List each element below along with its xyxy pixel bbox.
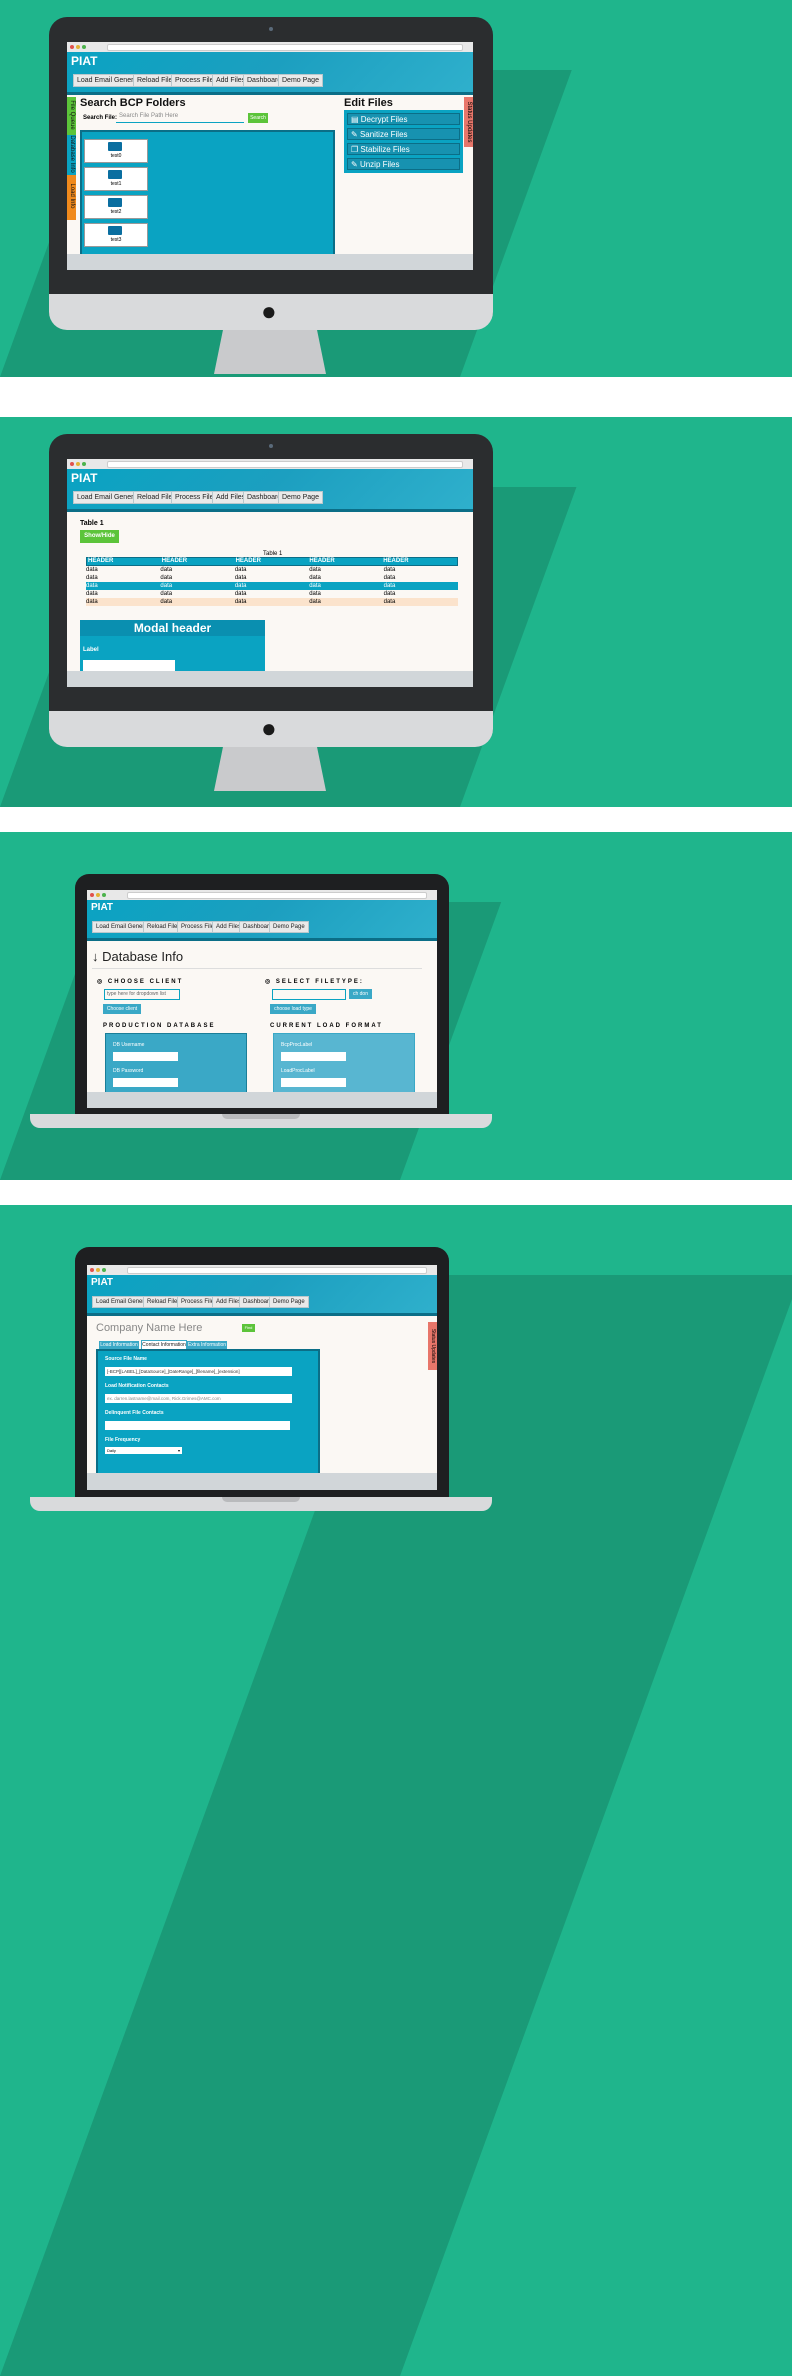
- nav-demo-page[interactable]: Demo Page: [278, 491, 323, 504]
- app-screen-1: PIAT Load Email Generator Reload Files P…: [67, 42, 473, 270]
- find-button[interactable]: Find: [242, 1324, 255, 1332]
- nav-demo-page[interactable]: Demo Page: [269, 921, 309, 933]
- prod-db-title: PRODUCTION DATABASE: [103, 1023, 216, 1029]
- edit-stabilize-files[interactable]: ❐ Stabilize Files: [347, 143, 460, 155]
- filetype-input[interactable]: [272, 989, 346, 1000]
- db-username-input[interactable]: [113, 1052, 178, 1061]
- app-screen-2: PIAT Load Email Generator Reload Files P…: [67, 459, 473, 687]
- choose-client-title: ◎ CHOOSE CLIENT: [97, 979, 184, 985]
- company-name: Company Name Here: [96, 1322, 203, 1334]
- folder-icon: [108, 142, 122, 151]
- folder-icon: [108, 198, 122, 207]
- tab-load-information[interactable]: Load Information: [99, 1341, 139, 1349]
- table-row: data data data data data: [86, 591, 396, 597]
- folder-item[interactable]: test0: [84, 139, 148, 163]
- search-button[interactable]: Search: [248, 113, 268, 123]
- edit-files-title: Edit Files: [344, 97, 393, 109]
- apple-logo-icon: ●: [261, 713, 277, 743]
- radio-icon: ◎: [265, 979, 273, 985]
- page-title: ↓ Database Info: [92, 949, 184, 964]
- filetype-button[interactable]: ch don: [349, 989, 372, 999]
- side-tab-label: Load Info: [69, 183, 75, 209]
- app-screen-3: PIAT Load Email Generator Reload Files P…: [87, 890, 437, 1108]
- app-title: PIAT: [91, 1277, 114, 1288]
- choose-client-button[interactable]: Choose client: [103, 1004, 141, 1014]
- delinquent-label: Delinquent File Contacts: [105, 1410, 164, 1416]
- side-tab-label: File Queue: [69, 100, 75, 130]
- folder-item[interactable]: test1: [84, 167, 148, 191]
- search-label: Search File:: [83, 115, 118, 121]
- tab-extra-information[interactable]: Extra Information: [187, 1341, 227, 1349]
- edit-sanitize-files[interactable]: ✎ Sanitize Files: [347, 128, 460, 140]
- modal-label: Label: [83, 647, 99, 653]
- app-screen-4: PIAT Load Email Generator Reload Files P…: [87, 1265, 437, 1490]
- table-row: data data data data data: [86, 598, 458, 606]
- modal-header: Modal header: [80, 620, 265, 636]
- data-table: HEADER HEADER HEADER HEADER HEADER data d…: [86, 557, 458, 606]
- frequency-select[interactable]: Daily ▾: [105, 1447, 182, 1454]
- apple-logo-icon: ●: [261, 296, 277, 326]
- load-format-title: CURRENT LOAD FORMAT: [270, 1023, 383, 1029]
- table-row: data data data data data: [86, 567, 396, 573]
- show-hide-button[interactable]: Show/Hide: [80, 530, 119, 543]
- table-header-row: HEADER HEADER HEADER HEADER HEADER: [86, 557, 458, 566]
- app-title: PIAT: [71, 471, 98, 485]
- folder-icon: [108, 226, 122, 235]
- source-input[interactable]: [-BCP][LABEL]_[DataSource]_[DateRange]_[…: [105, 1367, 292, 1376]
- notify-input[interactable]: ex. darren.lastname@mail.com, Rick.Grime…: [105, 1394, 292, 1403]
- table-row: data data data data data: [86, 582, 458, 590]
- mockup-panel-4: PIAT Load Email Generator Reload Files P…: [0, 1205, 792, 2376]
- table-row: data data data data data: [86, 575, 396, 581]
- side-tab-label: Database Info: [69, 135, 75, 173]
- app-title: PIAT: [71, 54, 98, 68]
- nav-demo-page[interactable]: Demo Page: [269, 1296, 309, 1308]
- frequency-label: File Frequency: [105, 1437, 141, 1443]
- chevron-down-icon: ▾: [177, 1448, 180, 1453]
- db-password-label: DB Password: [113, 1068, 144, 1074]
- mockup-panel-1: ● PIAT Load Email Generator Reload Files…: [0, 0, 792, 377]
- folder-icon: [108, 170, 122, 179]
- edit-decrypt-files[interactable]: ▤ Decrypt Files: [347, 113, 460, 125]
- folder-item[interactable]: test3: [84, 223, 148, 247]
- bcp-proc-input[interactable]: [281, 1052, 346, 1061]
- db-username-label: DB Username: [113, 1042, 145, 1048]
- mockup-panel-3: PIAT Load Email Generator Reload Files P…: [0, 832, 792, 1180]
- edit-unzip-files[interactable]: ✎ Unzip Files: [347, 158, 460, 170]
- arrow-down-icon: ↓: [92, 949, 99, 964]
- contact-form-panel: Source File Name [-BCP][LABEL]_[DataSour…: [96, 1349, 320, 1490]
- modal-input[interactable]: [83, 660, 175, 671]
- bcp-proc-label: BcpProcLabel: [281, 1042, 313, 1048]
- search-input[interactable]: Search File Path Here: [116, 113, 244, 123]
- load-proc-input[interactable]: [281, 1078, 346, 1087]
- table-heading: Table 1: [80, 520, 104, 527]
- db-password-input[interactable]: [113, 1078, 178, 1087]
- load-proc-label: LoadProcLabel: [281, 1068, 315, 1074]
- client-input[interactable]: type here for dropdown list: [104, 989, 180, 1000]
- app-title: PIAT: [91, 902, 114, 913]
- folder-item[interactable]: test2: [84, 195, 148, 219]
- delinquent-input[interactable]: [105, 1421, 290, 1430]
- choose-load-type-button[interactable]: choose load type: [270, 1004, 316, 1014]
- mockup-panel-2: ● PIAT Load Email Generator Reload Files…: [0, 417, 792, 807]
- search-title: Search BCP Folders: [80, 97, 186, 109]
- source-label: Source File Name: [105, 1356, 147, 1362]
- radio-icon: ◎: [97, 979, 105, 985]
- filetype-title: ◎ SELECT FILETYPE:: [265, 979, 364, 985]
- notify-label: Load Notification Contacts: [105, 1383, 169, 1389]
- nav-demo-page[interactable]: Demo Page: [278, 74, 323, 87]
